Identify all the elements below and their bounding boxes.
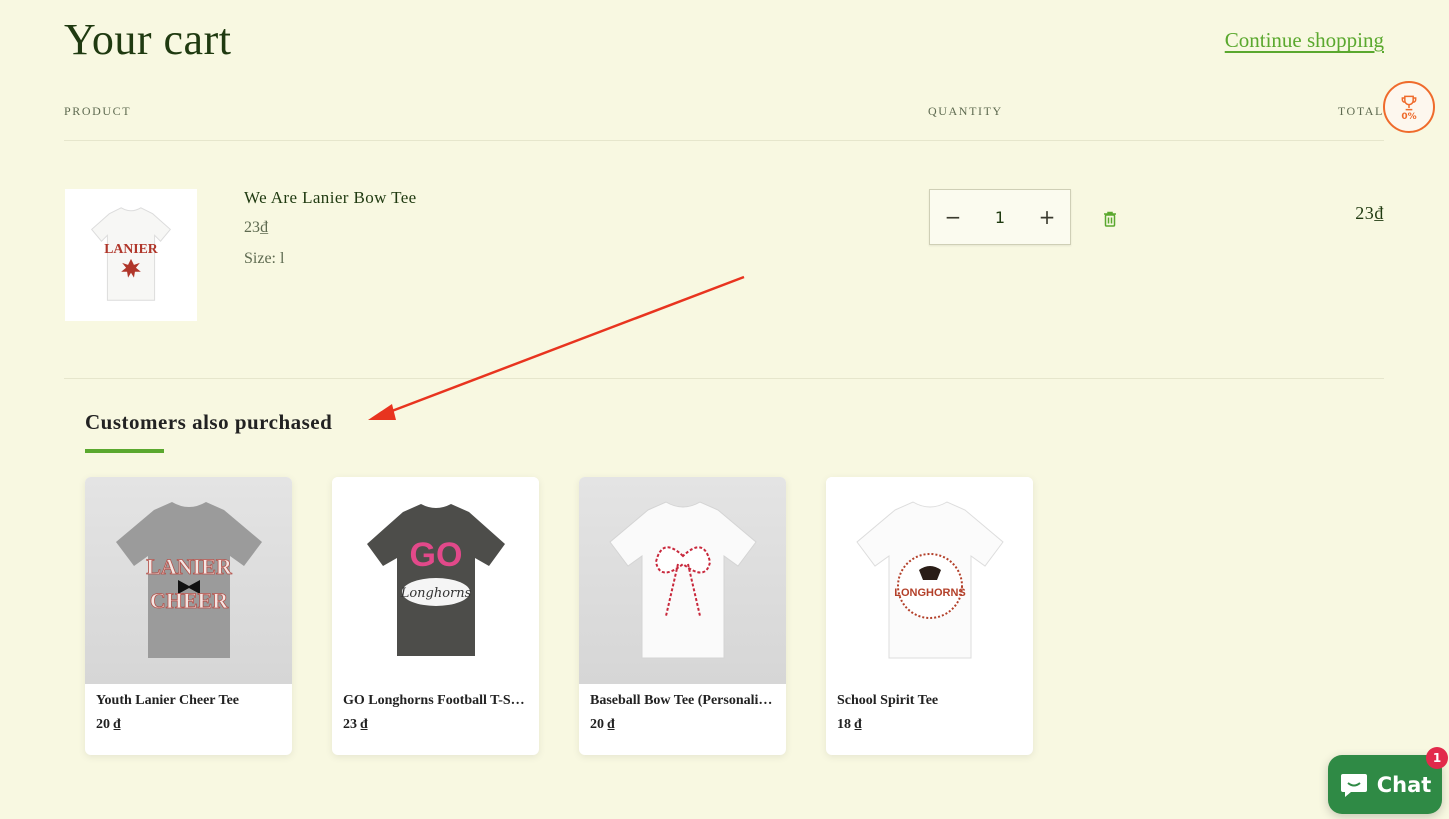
recommendations-title-underline xyxy=(85,449,164,453)
recommendation-card[interactable]: LANIER CHEER Youth Lanier Cheer Tee 20 ₫ xyxy=(85,477,292,755)
column-header-quantity: QUANTITY xyxy=(928,104,1003,118)
recommendation-card[interactable]: GO Longhorns GO Longhorns Football T-Shi… xyxy=(332,477,539,755)
chat-unread-badge: 1 xyxy=(1426,747,1448,769)
quantity-input[interactable]: 1 xyxy=(995,208,1005,227)
recommendation-name: School Spirit Tee xyxy=(837,693,939,708)
recommendation-price: 20 ₫ xyxy=(96,717,121,732)
cart-item-name[interactable]: We Are Lanier Bow Tee xyxy=(244,188,417,208)
continue-shopping-link[interactable]: Continue shopping xyxy=(1225,28,1384,53)
cart-item-price: 23₫ xyxy=(244,219,269,236)
card-image-text-1: GO xyxy=(409,536,462,574)
column-header-total: TOTAL xyxy=(1337,104,1384,118)
recommendation-price: 23 ₫ xyxy=(343,717,368,732)
recommendation-image xyxy=(579,477,786,684)
card-image-text-1: LONGHORNS xyxy=(894,587,966,599)
card-image-text-2: Longhorns xyxy=(399,586,471,601)
chat-bubble-icon xyxy=(1340,773,1367,797)
trash-icon[interactable] xyxy=(1101,210,1119,228)
recommendation-card[interactable]: Baseball Bow Tee (Personalized) 20 ₫ xyxy=(579,477,786,755)
recommendation-name: GO Longhorns Football T-Shirt xyxy=(343,693,528,708)
cart-divider xyxy=(64,378,1384,379)
column-header-product: PRODUCT xyxy=(64,104,132,118)
increase-quantity-button[interactable]: + xyxy=(1024,190,1070,244)
recommendation-name: Youth Lanier Cheer Tee xyxy=(96,693,239,708)
chat-button[interactable]: Chat xyxy=(1328,755,1442,814)
card-image-text-1: LANIER xyxy=(146,554,233,579)
recommendations-title: Customers also purchased xyxy=(85,410,333,434)
cart-item-size: Size: l xyxy=(244,250,285,267)
trophy-icon xyxy=(1401,95,1417,110)
recommendation-name: Baseball Bow Tee (Personalized) xyxy=(590,693,775,708)
recommendation-price: 20 ₫ xyxy=(590,717,615,732)
recommendation-image: LONGHORNS xyxy=(826,477,1033,684)
recommendation-image: GO Longhorns xyxy=(332,477,539,684)
recommendation-image: LANIER CHEER xyxy=(85,477,292,684)
card-image-text-2: CHEER xyxy=(149,588,228,613)
recommendation-price: 18 ₫ xyxy=(837,717,862,732)
recommendation-card[interactable]: LONGHORNS School Spirit Tee 18 ₫ xyxy=(826,477,1033,755)
header-divider xyxy=(64,140,1384,141)
cart-item-image-text: LANIER xyxy=(104,241,159,256)
rewards-percent: 0% xyxy=(1401,111,1417,122)
chat-label: Chat xyxy=(1376,772,1432,797)
rewards-widget[interactable]: 0% xyxy=(1383,81,1435,133)
cart-item-line-total: 23₫ xyxy=(1355,203,1384,223)
quantity-stepper: − 1 + xyxy=(929,189,1071,245)
decrease-quantity-button[interactable]: − xyxy=(930,190,976,244)
page-title: Your cart xyxy=(64,15,232,64)
cart-item-image[interactable]: LANIER xyxy=(65,189,197,321)
